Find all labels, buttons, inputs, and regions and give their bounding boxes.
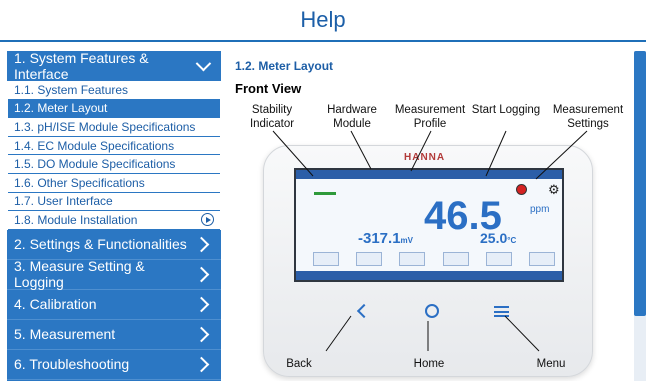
record-icon	[516, 184, 527, 195]
sidebar-item-label: 1.8. Module Installation	[14, 212, 138, 227]
sidebar-section-calibration[interactable]: 4. Calibration	[7, 290, 221, 320]
brand-logo: HANNA	[404, 152, 446, 163]
sidebar-item-label: 1.3. pH/ISE Module Specifications	[14, 119, 196, 134]
sidebar: 1. System Features & Interface 1.1. Syst…	[7, 50, 221, 381]
sidebar-section-label: 6. Troubleshooting	[14, 356, 130, 373]
sidebar-sub-list: 1.1. System Features 1.2. Meter Layout 1…	[7, 81, 221, 230]
meter-buttons	[356, 303, 509, 319]
label-menu: Menu	[536, 358, 566, 370]
sidebar-section-measure-setting[interactable]: 3. Measure Setting & Logging	[7, 258, 221, 291]
temperature-reading: 25.0°C	[480, 230, 517, 246]
label-stability-indicator: Stability Indicator	[249, 104, 295, 130]
front-view-heading: Front View	[235, 81, 302, 96]
play-video-icon[interactable]	[201, 213, 214, 227]
sidebar-item-do-specs[interactable]: 1.5. DO Module Specifications	[8, 155, 220, 174]
sidebar-item-label: 1.7. User Interface	[14, 194, 113, 209]
meter-front-view-image: HANNA ⚙ 46.5 ppm -317.1mV 25.0°C	[263, 145, 593, 377]
sidebar-section-settings[interactable]: 2. Settings & Functionalities	[7, 230, 221, 260]
sidebar-item-module-installation[interactable]: 1.8. Module Installation	[8, 211, 220, 230]
page-title: Help	[300, 7, 346, 32]
section-title: 1.2. Meter Layout	[235, 59, 334, 73]
scrollbar-thumb[interactable]	[634, 51, 646, 316]
mv-reading: -317.1mV	[358, 230, 413, 247]
chevron-right-icon	[193, 266, 210, 282]
main-unit: ppm	[530, 204, 550, 215]
sidebar-section-troubleshooting[interactable]: 6. Troubleshooting	[7, 350, 221, 380]
sidebar-item-label: 1.5. DO Module Specifications	[14, 157, 176, 172]
sidebar-section-label: 5. Measurement	[14, 326, 116, 343]
label-measurement-profile: Measurement Profile	[394, 104, 466, 130]
menu-icon	[494, 305, 509, 317]
sidebar-section-label: 4. Calibration	[14, 296, 97, 313]
label-back: Back	[286, 358, 312, 370]
sidebar-item-label: 1.4. EC Module Specifications	[14, 138, 175, 153]
sidebar-section-system-features[interactable]: 1. System Features & Interface	[7, 50, 221, 82]
label-hardware-module: Hardware Module	[327, 104, 377, 130]
chevron-right-icon	[193, 236, 210, 253]
chevron-right-icon	[193, 296, 210, 313]
screen-bottom-bar	[296, 271, 562, 280]
sidebar-section-label: 2. Settings & Functionalities	[14, 236, 187, 253]
sidebar-item-ph-ise-specs[interactable]: 1.3. pH/ISE Module Specifications	[8, 118, 220, 137]
sidebar-section-label: 3. Measure Setting & Logging	[14, 258, 145, 291]
screen-status-bar	[296, 170, 562, 179]
sidebar-item-system-features[interactable]: 1.1. System Features	[8, 81, 220, 100]
sidebar-item-label: 1.1. System Features	[14, 82, 129, 97]
stability-indicator	[314, 192, 336, 195]
screen-info-row	[304, 252, 562, 268]
sidebar-section-label: 1. System Features & Interface	[14, 50, 149, 82]
home-icon	[424, 304, 439, 318]
sidebar-item-user-interface[interactable]: 1.7. User Interface	[8, 192, 220, 212]
sidebar-item-label: 1.2. Meter Layout	[14, 101, 108, 116]
content-pane: 1.2. Meter Layout Front View Stability I…	[221, 51, 633, 381]
label-start-logging: Start Logging	[471, 104, 541, 116]
sidebar-section-measurement[interactable]: 5. Measurement	[7, 320, 221, 350]
meter-screen: ⚙ 46.5 ppm -317.1mV 25.0°C	[294, 168, 564, 282]
gear-icon: ⚙	[548, 182, 560, 197]
help-header: Help	[0, 0, 646, 42]
sidebar-item-meter-layout[interactable]: 1.2. Meter Layout	[8, 99, 220, 119]
sidebar-item-ec-specs[interactable]: 1.4. EC Module Specifications	[8, 136, 220, 156]
sidebar-item-other-specs[interactable]: 1.6. Other Specifications	[8, 173, 220, 193]
chevron-right-icon	[193, 326, 210, 343]
label-home: Home	[413, 358, 445, 370]
chevron-right-icon	[193, 356, 210, 373]
back-icon	[356, 303, 372, 319]
content-scrollbar[interactable]	[634, 51, 646, 381]
label-measurement-settings: Measurement Settings	[552, 104, 624, 130]
sidebar-item-label: 1.6. Other Specifications	[14, 175, 145, 190]
